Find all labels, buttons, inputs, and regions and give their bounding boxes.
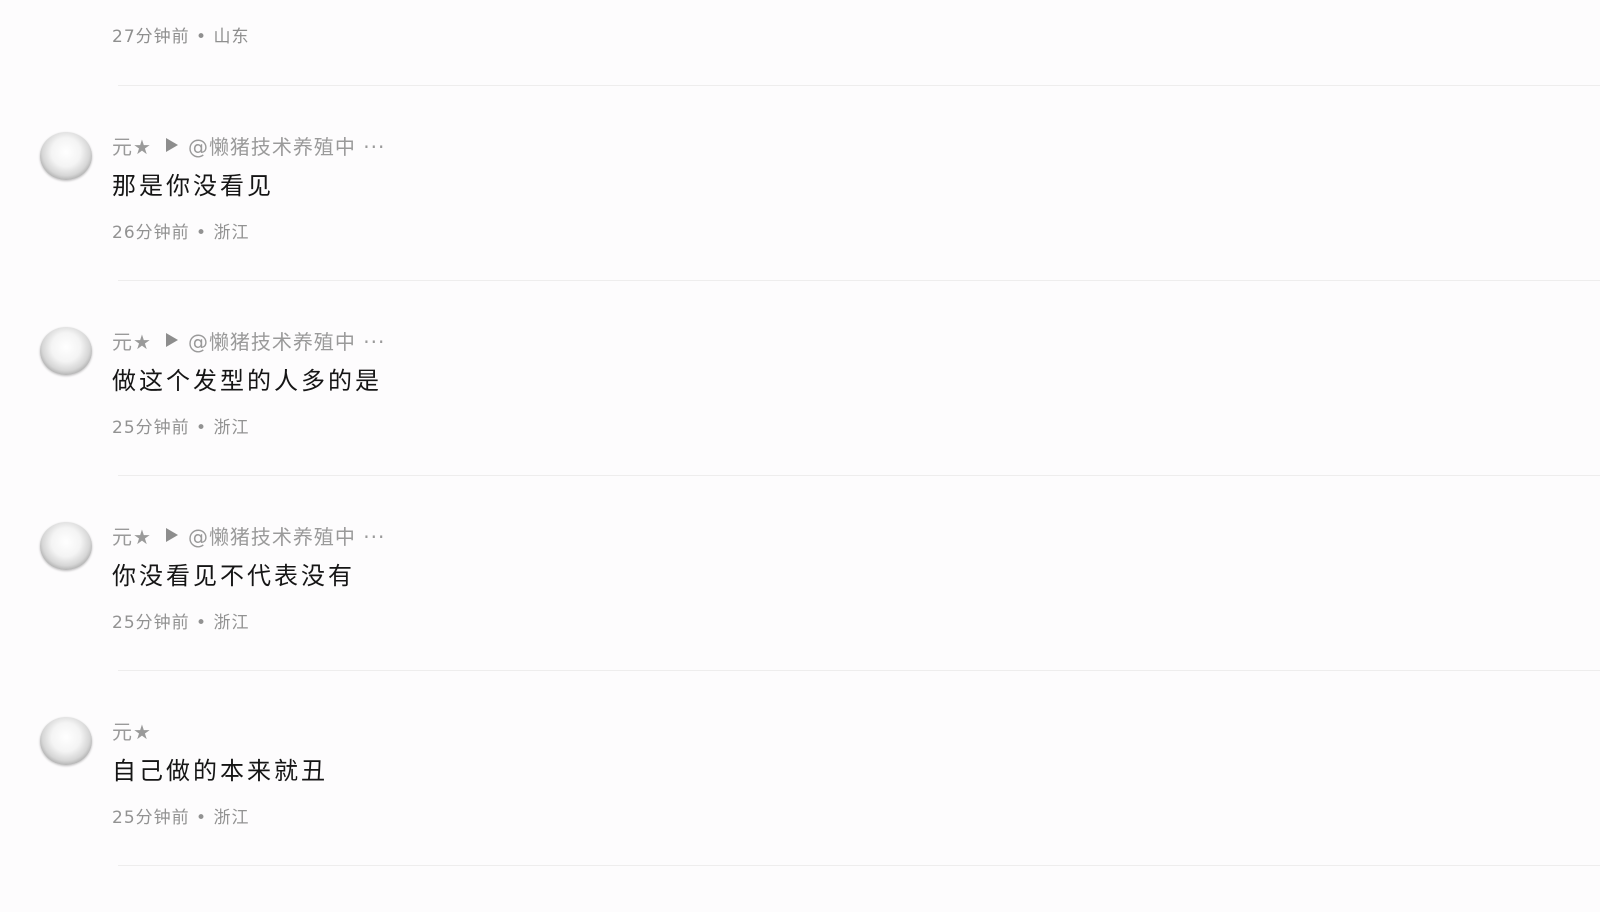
reply-target[interactable]: @懒猪技术养殖中 ··· <box>188 131 385 160</box>
comment-item[interactable]: 元★ 自己做的本来就丑 25分钟前 • 浙江 <box>0 717 1600 912</box>
comment-header: 元★ @懒猪技术养殖中 ··· <box>112 326 385 355</box>
comment-text: 那是你没看见 <box>112 172 274 200</box>
comment-divider <box>118 670 1600 671</box>
comment-meta: 25分钟前 • 浙江 <box>112 808 250 828</box>
author-name[interactable]: 元★ <box>112 716 152 745</box>
comment-item[interactable]: 元★ @懒猪技术养殖中 ··· 做这个发型的人多的是 25分钟前 • 浙江 <box>0 327 1600 522</box>
comment-header: 元★ <box>112 716 152 745</box>
comment-feed: 27分钟前 • 山东 元★ @懒猪技术养殖中 ··· 那是你没看见 26分钟前 … <box>0 0 1600 886</box>
comment-item[interactable]: 元★ @懒猪技术养殖中 ··· 那是你没看见 26分钟前 • 浙江 <box>0 132 1600 327</box>
reply-arrow-icon <box>165 333 178 347</box>
comment-divider <box>118 85 1600 86</box>
reply-arrow-icon <box>165 138 178 152</box>
avatar[interactable] <box>40 522 92 570</box>
comment-text: 自己做的本来就丑 <box>112 757 328 785</box>
avatar[interactable] <box>40 132 92 180</box>
comment-meta: 27分钟前 • 山东 <box>112 27 250 47</box>
comment-text: 你没看见不代表没有 <box>112 562 355 590</box>
comment-item[interactable]: 元★ @懒猪技术养殖中 ··· 你没看见不代表没有 25分钟前 • 浙江 <box>0 522 1600 717</box>
comment-divider <box>118 475 1600 476</box>
reply-arrow-icon <box>165 528 178 542</box>
author-name[interactable]: 元★ <box>112 131 152 160</box>
reply-target[interactable]: @懒猪技术养殖中 ··· <box>188 521 385 550</box>
avatar[interactable] <box>40 327 92 375</box>
comment-text: 做这个发型的人多的是 <box>112 367 382 395</box>
avatar[interactable] <box>40 717 92 765</box>
comment-divider <box>118 280 1600 281</box>
reply-target[interactable]: @懒猪技术养殖中 ··· <box>188 326 385 355</box>
comment-header: 元★ @懒猪技术养殖中 ··· <box>112 521 385 550</box>
comment-meta: 25分钟前 • 浙江 <box>112 613 250 633</box>
author-name[interactable]: 元★ <box>112 521 152 550</box>
comment-divider <box>118 865 1600 866</box>
author-name[interactable]: 元★ <box>112 326 152 355</box>
comment-header: 元★ @懒猪技术养殖中 ··· <box>112 131 385 160</box>
comment-meta: 26分钟前 • 浙江 <box>112 223 250 243</box>
comment-meta: 25分钟前 • 浙江 <box>112 418 250 438</box>
